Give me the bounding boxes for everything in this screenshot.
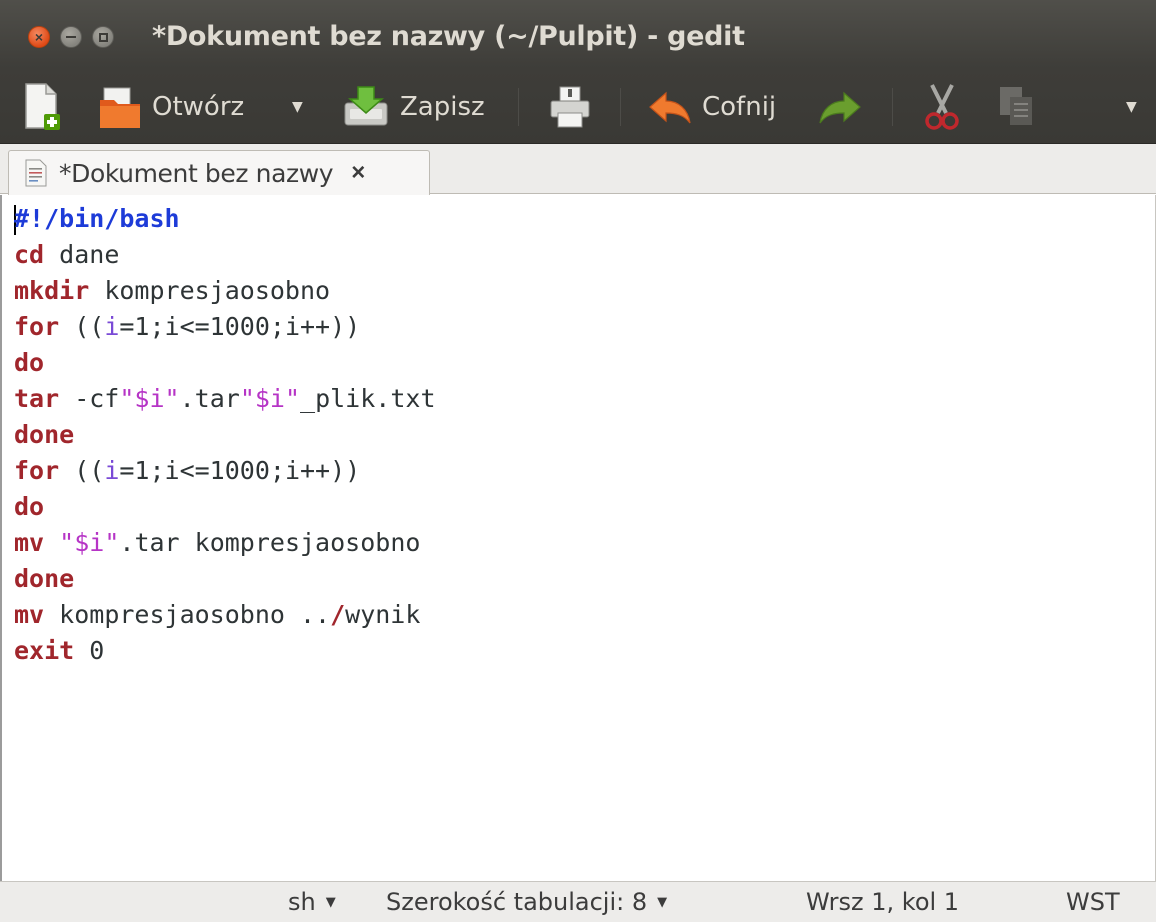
- redo-button[interactable]: [818, 78, 862, 136]
- chevron-down-icon: ▼: [657, 894, 668, 910]
- maximize-icon: [93, 27, 113, 47]
- new-document-button[interactable]: [22, 78, 62, 136]
- open-button[interactable]: Otwórz: [98, 78, 244, 136]
- undo-icon: [649, 91, 691, 124]
- redo-icon: [819, 91, 861, 124]
- chevron-down-icon: ▼: [292, 99, 303, 115]
- code-line: tar -cf"$i".tar"$i"_plik.txt: [14, 384, 436, 413]
- code-content[interactable]: #!/bin/bash cd dane mkdir kompresjaosobno f…: [14, 201, 436, 669]
- toolbar-separator: [892, 88, 893, 126]
- code-line: mv "$i".tar kompresjaosobno: [14, 528, 421, 557]
- save-icon: [344, 86, 388, 126]
- tab-width-label: Szerokość tabulacji: 8: [386, 888, 648, 916]
- tab-document[interactable]: *Dokument bez nazwy ×: [8, 150, 430, 195]
- cursor-position: Wrsz 1, kol 1: [806, 888, 960, 916]
- print-icon: [550, 86, 590, 128]
- code-line: cd dane: [14, 240, 120, 269]
- window-close-button[interactable]: ×: [28, 26, 50, 48]
- code-line: for ((i=1;i<=1000;i++)): [14, 312, 361, 341]
- text-document-icon: [25, 159, 47, 187]
- minimize-icon: [61, 27, 81, 47]
- code-line: mkdir kompresjaosobno: [14, 276, 331, 305]
- print-button[interactable]: [548, 78, 592, 136]
- folder-open-icon: [100, 87, 140, 128]
- new-document-icon: [25, 83, 60, 130]
- chevron-down-icon: ▼: [325, 894, 336, 910]
- code-line: #!/bin/bash: [14, 204, 180, 233]
- window-maximize-button[interactable]: [92, 26, 114, 48]
- code-line: do: [14, 348, 45, 377]
- language-selector[interactable]: sh ▼: [288, 888, 336, 916]
- save-label: Zapisz: [400, 92, 485, 122]
- code-line: done: [14, 564, 75, 593]
- close-tab-icon[interactable]: ×: [351, 159, 365, 187]
- code-line: mv kompresjaosobno ../wynik: [14, 600, 421, 629]
- toolbar-separator: [518, 88, 519, 126]
- text-editor[interactable]: #!/bin/bash cd dane mkdir kompresjaosobno f…: [0, 195, 1156, 881]
- cut-button[interactable]: [922, 78, 962, 136]
- undo-button[interactable]: Cofnij: [648, 78, 776, 136]
- chevron-down-icon: ▼: [1126, 99, 1137, 115]
- window-minimize-button[interactable]: [60, 26, 82, 48]
- tab-width-selector[interactable]: Szerokość tabulacji: 8 ▼: [386, 888, 667, 916]
- code-line: for ((i=1;i<=1000;i++)): [14, 456, 361, 485]
- undo-label: Cofnij: [702, 92, 777, 122]
- code-line: done: [14, 420, 75, 449]
- toolbar-separator: [620, 88, 621, 126]
- tab-bar: *Dokument bez nazwy ×: [0, 144, 1156, 195]
- title-bar: × *Dokument bez nazwy (~/Pulpit) - gedit: [0, 0, 1156, 68]
- toolbar-overflow-button[interactable]: ▼: [1126, 78, 1137, 136]
- copy-button[interactable]: [996, 78, 1036, 136]
- close-icon: ×: [34, 29, 44, 45]
- language-label: sh: [288, 888, 316, 916]
- open-label: Otwórz: [152, 92, 245, 122]
- window-title: *Dokument bez nazwy (~/Pulpit) - gedit: [152, 21, 745, 52]
- tab-label: *Dokument bez nazwy: [59, 158, 334, 188]
- insert-mode: WST: [1066, 888, 1120, 916]
- status-bar: sh ▼ Szerokość tabulacji: 8 ▼ Wrsz 1, ko…: [0, 881, 1156, 922]
- cut-icon: [925, 84, 959, 130]
- toolbar: Otwórz ▼ Zapisz Cofnij ▼: [0, 68, 1156, 144]
- code-line: exit 0: [14, 636, 105, 665]
- save-button[interactable]: Zapisz: [342, 78, 485, 136]
- code-line: do: [14, 492, 45, 521]
- copy-icon: [1000, 87, 1032, 125]
- open-recent-dropdown[interactable]: ▼: [292, 78, 303, 136]
